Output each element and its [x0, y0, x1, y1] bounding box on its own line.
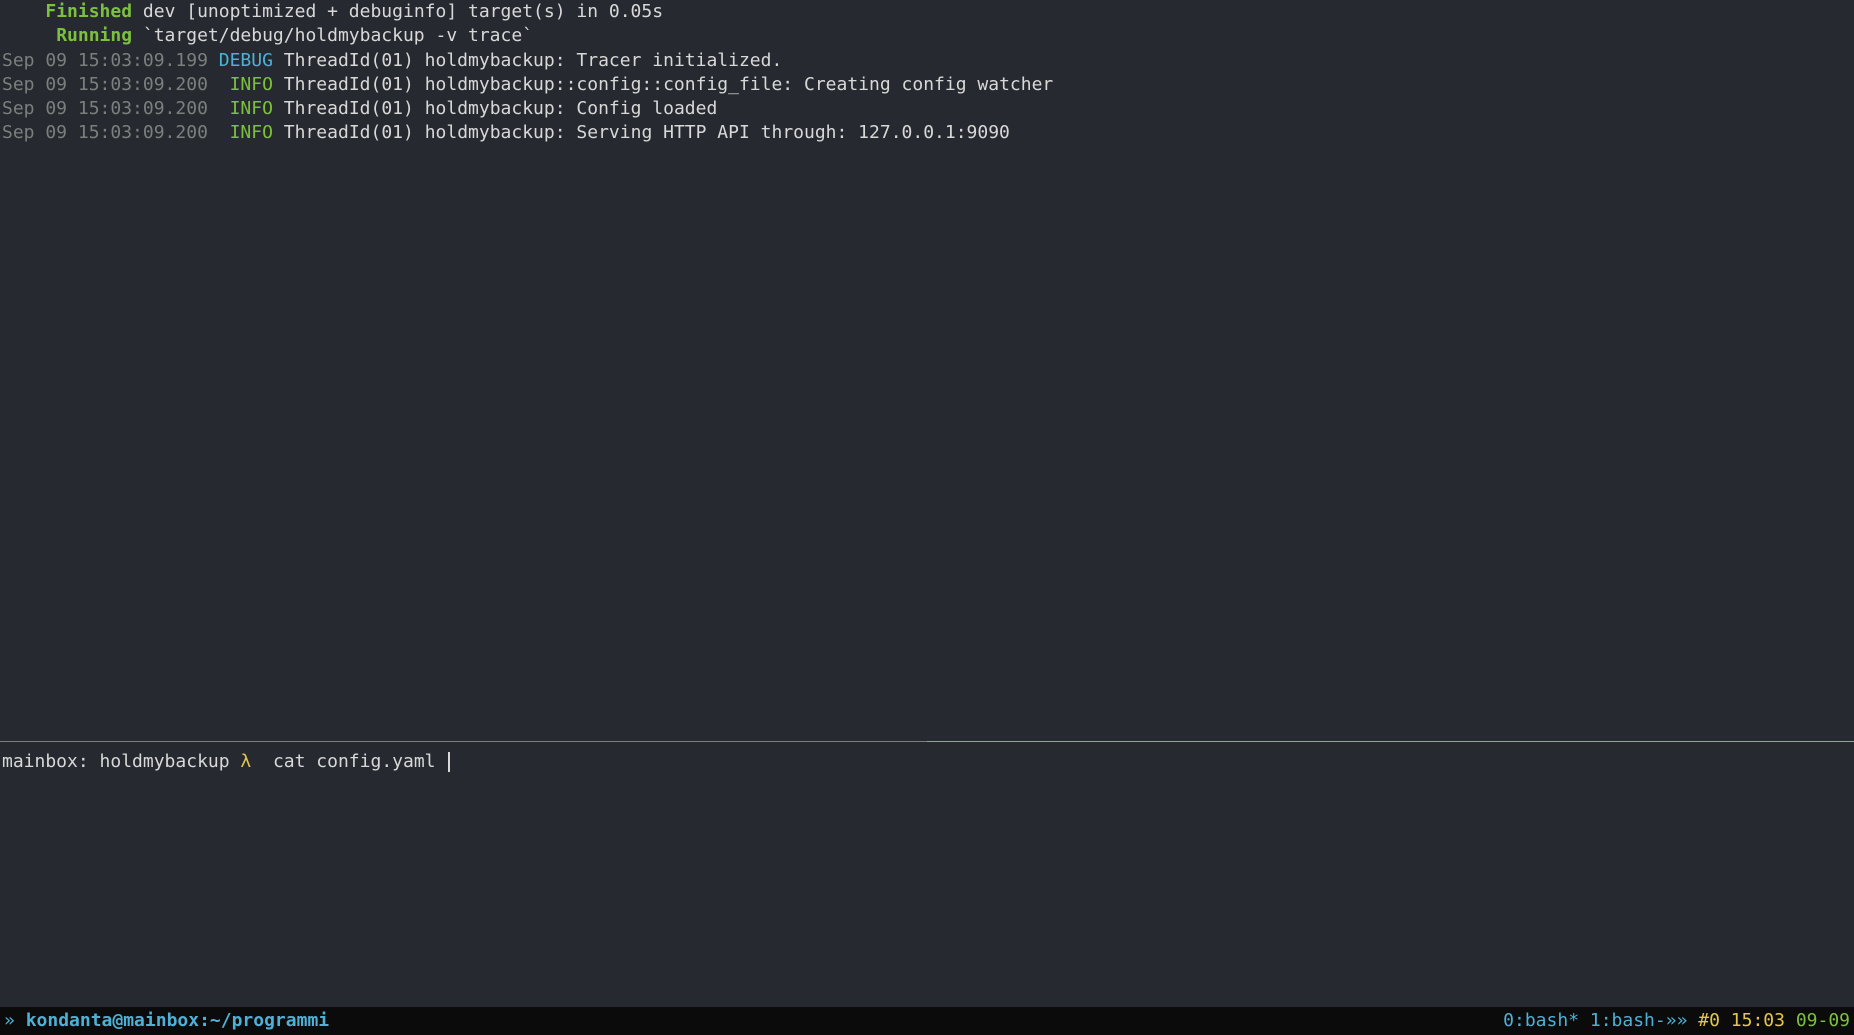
log-ts: Sep 09 15:03:09.200 — [2, 98, 208, 119]
terminal-bottom-pane[interactable]: mainbox: holdmybackup λ cat config.yaml — [0, 742, 1854, 1007]
prompt-host-path: mainbox: holdmybackup — [2, 751, 230, 772]
log-module: holdmybackup: — [425, 122, 566, 143]
prompt-lambda: λ — [240, 751, 251, 772]
finished-text: dev [unoptimized + debuginfo] target(s) … — [132, 1, 663, 22]
log-line: Sep 09 15:03:09.199 DEBUG ThreadId(01) h… — [0, 49, 1854, 73]
finished-label: Finished — [45, 1, 132, 22]
log-level: DEBUG — [219, 50, 273, 71]
status-host: kondanta@mainbox:~/programmi — [26, 1009, 329, 1033]
log-msg: Serving HTTP API through: 127.0.0.1:9090 — [576, 122, 1009, 143]
status-left: » kondanta@mainbox:~/programmi — [4, 1009, 329, 1033]
status-right: 0:bash* 1:bash-»» #0 15:03 09-09 — [1503, 1009, 1850, 1033]
log-msg: Config loaded — [576, 98, 717, 119]
log-ts: Sep 09 15:03:09.200 — [2, 122, 208, 143]
status-date: 09-09 — [1796, 1009, 1850, 1033]
log-thread: ThreadId(01) — [284, 122, 414, 143]
tmux-status-bar[interactable]: » kondanta@mainbox:~/programmi 0:bash* 1… — [0, 1007, 1854, 1035]
terminal-top-pane[interactable]: Finished dev [unoptimized + debuginfo] t… — [0, 0, 1854, 741]
log-level: INFO — [230, 74, 273, 95]
log-line: Sep 09 15:03:09.200 INFO ThreadId(01) ho… — [0, 97, 1854, 121]
prompt-command[interactable]: cat config.yaml — [273, 751, 436, 772]
log-msg: Tracer initialized. — [576, 50, 782, 71]
log-line: Sep 09 15:03:09.200 INFO ThreadId(01) ho… — [0, 121, 1854, 145]
status-arrow-icon: » — [4, 1009, 15, 1033]
shell-prompt-line[interactable]: mainbox: holdmybackup λ cat config.yaml — [2, 742, 1852, 774]
status-hash: # — [1698, 1009, 1709, 1033]
log-thread: ThreadId(01) — [284, 74, 414, 95]
build-running-line: Running `target/debug/holdmybackup -v tr… — [0, 24, 1854, 48]
running-label: Running — [56, 25, 132, 46]
log-line: Sep 09 15:03:09.200 INFO ThreadId(01) ho… — [0, 73, 1854, 97]
status-tabs[interactable]: 0:bash* 1:bash-»» — [1503, 1009, 1687, 1033]
log-module: holdmybackup: — [425, 98, 566, 119]
log-msg: Creating config watcher — [804, 74, 1053, 95]
status-time: 15:03 — [1731, 1009, 1785, 1033]
build-finished-line: Finished dev [unoptimized + debuginfo] t… — [0, 0, 1854, 24]
status-window-idx: 0 — [1709, 1009, 1720, 1033]
log-level: INFO — [230, 98, 273, 119]
log-module: holdmybackup: — [425, 50, 566, 71]
cursor — [448, 752, 450, 772]
running-text: `target/debug/holdmybackup -v trace` — [132, 25, 533, 46]
log-thread: ThreadId(01) — [284, 50, 414, 71]
log-level: INFO — [230, 122, 273, 143]
log-ts: Sep 09 15:03:09.199 — [2, 50, 208, 71]
log-ts: Sep 09 15:03:09.200 — [2, 74, 208, 95]
log-output: Sep 09 15:03:09.199 DEBUG ThreadId(01) h… — [0, 49, 1854, 146]
log-thread: ThreadId(01) — [284, 98, 414, 119]
log-module: holdmybackup::config::config_file: — [425, 74, 793, 95]
